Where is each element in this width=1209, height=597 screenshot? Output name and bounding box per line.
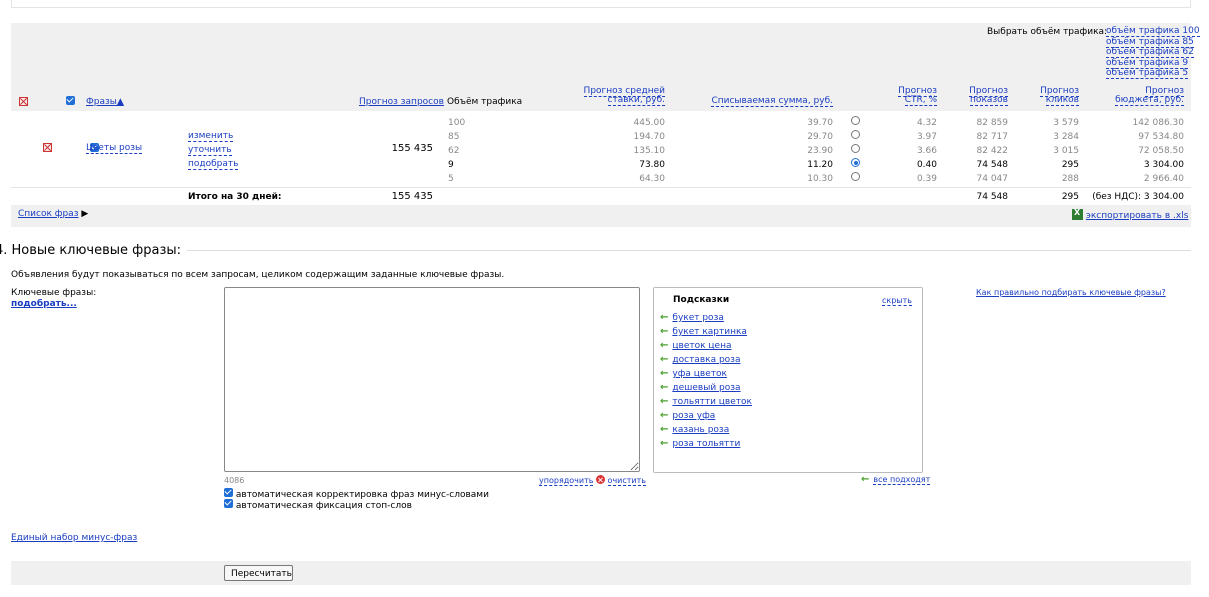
checkbox-stopwords[interactable]: автоматическая фиксация стоп-слов bbox=[224, 499, 412, 511]
arrow-left-icon: ← bbox=[660, 410, 669, 421]
arrow-left-icon: ← bbox=[861, 474, 870, 485]
recalculate-button[interactable]: Пересчитать bbox=[224, 565, 293, 581]
bottom-bar bbox=[11, 561, 1191, 585]
pick-keywords-link-wrap: подобрать... bbox=[11, 299, 77, 309]
clear-icon bbox=[596, 475, 605, 484]
arrow-left-icon: ← bbox=[660, 424, 669, 435]
traffic-option-9[interactable]: объём трафика 9 bbox=[1106, 57, 1189, 69]
traffic-radio-85[interactable] bbox=[851, 130, 860, 139]
arrow-left-icon: ← bbox=[660, 396, 669, 407]
avg-bid-header[interactable]: Прогноз средней ставки, руб. bbox=[565, 86, 665, 106]
char-counter: 4086 bbox=[224, 476, 245, 485]
queries-value: 155 435 bbox=[391, 143, 433, 154]
hints-list: ← букет роза ← букет картинка ← цветок цена… bbox=[660, 311, 752, 451]
hints-title: Подсказки bbox=[673, 295, 730, 305]
arrow-left-icon: ← bbox=[660, 368, 669, 379]
arrow-left-icon: ← bbox=[660, 312, 669, 323]
help-link[interactable]: Как правильно подбирать ключевые фразы? bbox=[976, 288, 1166, 297]
traffic-selector-label: Выбрать объём трафика: bbox=[987, 27, 1108, 37]
hint-item[interactable]: ← уфа цветок bbox=[660, 367, 752, 381]
hide-hints-link[interactable]: скрыть bbox=[882, 296, 912, 306]
hint-item[interactable]: ← дешевый роза bbox=[660, 381, 752, 395]
hint-item[interactable]: ← роза тольятти bbox=[660, 437, 752, 451]
hint-item[interactable]: ← тольятти цветок bbox=[660, 395, 752, 409]
total-label: Итого на 30 дней: bbox=[188, 192, 282, 202]
phrase-actions: изменить уточнить подобрать bbox=[188, 129, 239, 171]
traffic-values: 100 85 62 9 5 bbox=[448, 118, 466, 184]
phrase-link[interactable]: Цветы розы bbox=[86, 143, 143, 154]
traffic-selector-options: объём трафика 100 объём трафика 85 объём… bbox=[1106, 26, 1200, 79]
clear-link[interactable]: очистить bbox=[607, 476, 646, 486]
stopwords-checkbox[interactable] bbox=[224, 499, 233, 508]
hint-item[interactable]: ← цветок цена bbox=[660, 339, 752, 353]
keywords-textarea[interactable] bbox=[224, 287, 640, 472]
arrow-left-icon: ← bbox=[660, 382, 669, 393]
edit-link[interactable]: изменить bbox=[188, 131, 234, 142]
impressions-values: 82 859 82 717 82 422 74 548 74 047 bbox=[976, 118, 1009, 184]
all-fit-link[interactable]: все подходят bbox=[873, 475, 931, 485]
clicks-values: 3 579 3 284 3 015 295 288 bbox=[1053, 118, 1079, 184]
section-description: Объявления будут показываться по всем за… bbox=[11, 270, 505, 280]
charged-sum-header[interactable]: Списываемая сумма, руб. bbox=[700, 96, 833, 107]
order-link[interactable]: упорядочить bbox=[539, 476, 594, 486]
clicks-header[interactable]: Прогноз кликов bbox=[1020, 86, 1079, 106]
impressions-header[interactable]: Прогноз показов bbox=[950, 86, 1008, 106]
ctr-header[interactable]: Прогноз CTR, % bbox=[880, 86, 937, 106]
export-xls-link[interactable]: экспортировать в .xls bbox=[1086, 211, 1189, 221]
section-title: 4. Новые ключевые фразы: bbox=[0, 243, 182, 258]
hints-panel: Подсказки скрыть ← букет роза ← букет карт… bbox=[653, 287, 923, 473]
section-divider bbox=[187, 250, 1191, 251]
traffic-option-62[interactable]: объём трафика 62 bbox=[1106, 47, 1194, 58]
hint-item[interactable]: ← букет картинка bbox=[660, 325, 752, 339]
all-fit-control[interactable]: ← все подходят bbox=[861, 474, 931, 485]
arrow-left-icon: ← bbox=[660, 438, 669, 449]
export-xls[interactable]: экспортировать в .xls bbox=[1072, 208, 1189, 221]
table-footer bbox=[11, 205, 1191, 227]
traffic-radio-100[interactable] bbox=[851, 116, 860, 125]
hint-item[interactable]: ← букет роза bbox=[660, 311, 752, 325]
hint-item[interactable]: ← казань роза bbox=[660, 423, 752, 437]
delete-all-icon[interactable] bbox=[19, 97, 28, 106]
keywords-label: Ключевые фразы: bbox=[11, 288, 97, 298]
refine-link[interactable]: уточнить bbox=[188, 145, 232, 156]
traffic-radio-9[interactable] bbox=[851, 158, 860, 167]
traffic-option-85[interactable]: объём трафика 85 bbox=[1106, 36, 1194, 48]
top-panel-edge bbox=[11, 0, 1191, 8]
traffic-volume-header: Объём трафика bbox=[447, 97, 523, 107]
traffic-radio-62[interactable] bbox=[851, 144, 860, 153]
clear-control[interactable]: очистить bbox=[596, 475, 646, 486]
minus-set-link[interactable]: Единый набор минус-фраз bbox=[11, 533, 137, 543]
sort-phrases-link[interactable]: Фразы▲ bbox=[86, 97, 124, 107]
arrow-left-icon: ← bbox=[660, 340, 669, 351]
excel-icon bbox=[1072, 208, 1083, 220]
pick-link[interactable]: подобрать bbox=[188, 159, 239, 170]
expand-arrow-icon: ▶ bbox=[81, 209, 89, 219]
arrow-left-icon: ← bbox=[660, 354, 669, 365]
row-separator bbox=[11, 187, 1191, 188]
autocorrect-checkbox[interactable] bbox=[224, 488, 233, 497]
total-budget: (без НДС): 3 304.00 bbox=[1092, 192, 1184, 202]
bid-values: 445.00 194.70 135.10 73.80 64.30 bbox=[633, 118, 666, 184]
delete-phrase-icon[interactable] bbox=[42, 143, 52, 152]
budget-values: 142 086.30 97 534.80 72 058.50 3 304.00 … bbox=[1132, 118, 1184, 184]
total-impressions: 74 548 bbox=[976, 192, 1009, 202]
hint-item[interactable]: ← доставка роза bbox=[660, 353, 752, 367]
section-heading: 4. Новые ключевые фразы: bbox=[0, 243, 1191, 258]
ctr-values: 4.32 3.97 3.66 0.40 0.39 bbox=[916, 118, 937, 184]
traffic-option-5[interactable]: объём трафика 5 bbox=[1106, 68, 1189, 79]
pick-keywords-link[interactable]: подобрать... bbox=[11, 299, 77, 309]
charged-values: 39.70 29.70 23.90 11.20 10.30 bbox=[807, 118, 833, 184]
arrow-left-icon: ← bbox=[660, 326, 669, 337]
hint-item[interactable]: ← роза уфа bbox=[660, 409, 752, 423]
phrase-list-toggle[interactable]: Список фраз ▶ bbox=[18, 209, 88, 219]
select-all-checkbox[interactable] bbox=[65, 96, 75, 105]
total-queries: 155 435 bbox=[391, 191, 433, 202]
budget-header[interactable]: Прогноз бюджета, руб. bbox=[1090, 86, 1184, 106]
forecast-queries-header[interactable]: Прогноз запросов bbox=[359, 97, 444, 107]
traffic-radios bbox=[851, 116, 860, 186]
traffic-option-100[interactable]: объём трафика 100 bbox=[1106, 26, 1200, 37]
traffic-radio-5[interactable] bbox=[851, 172, 860, 181]
